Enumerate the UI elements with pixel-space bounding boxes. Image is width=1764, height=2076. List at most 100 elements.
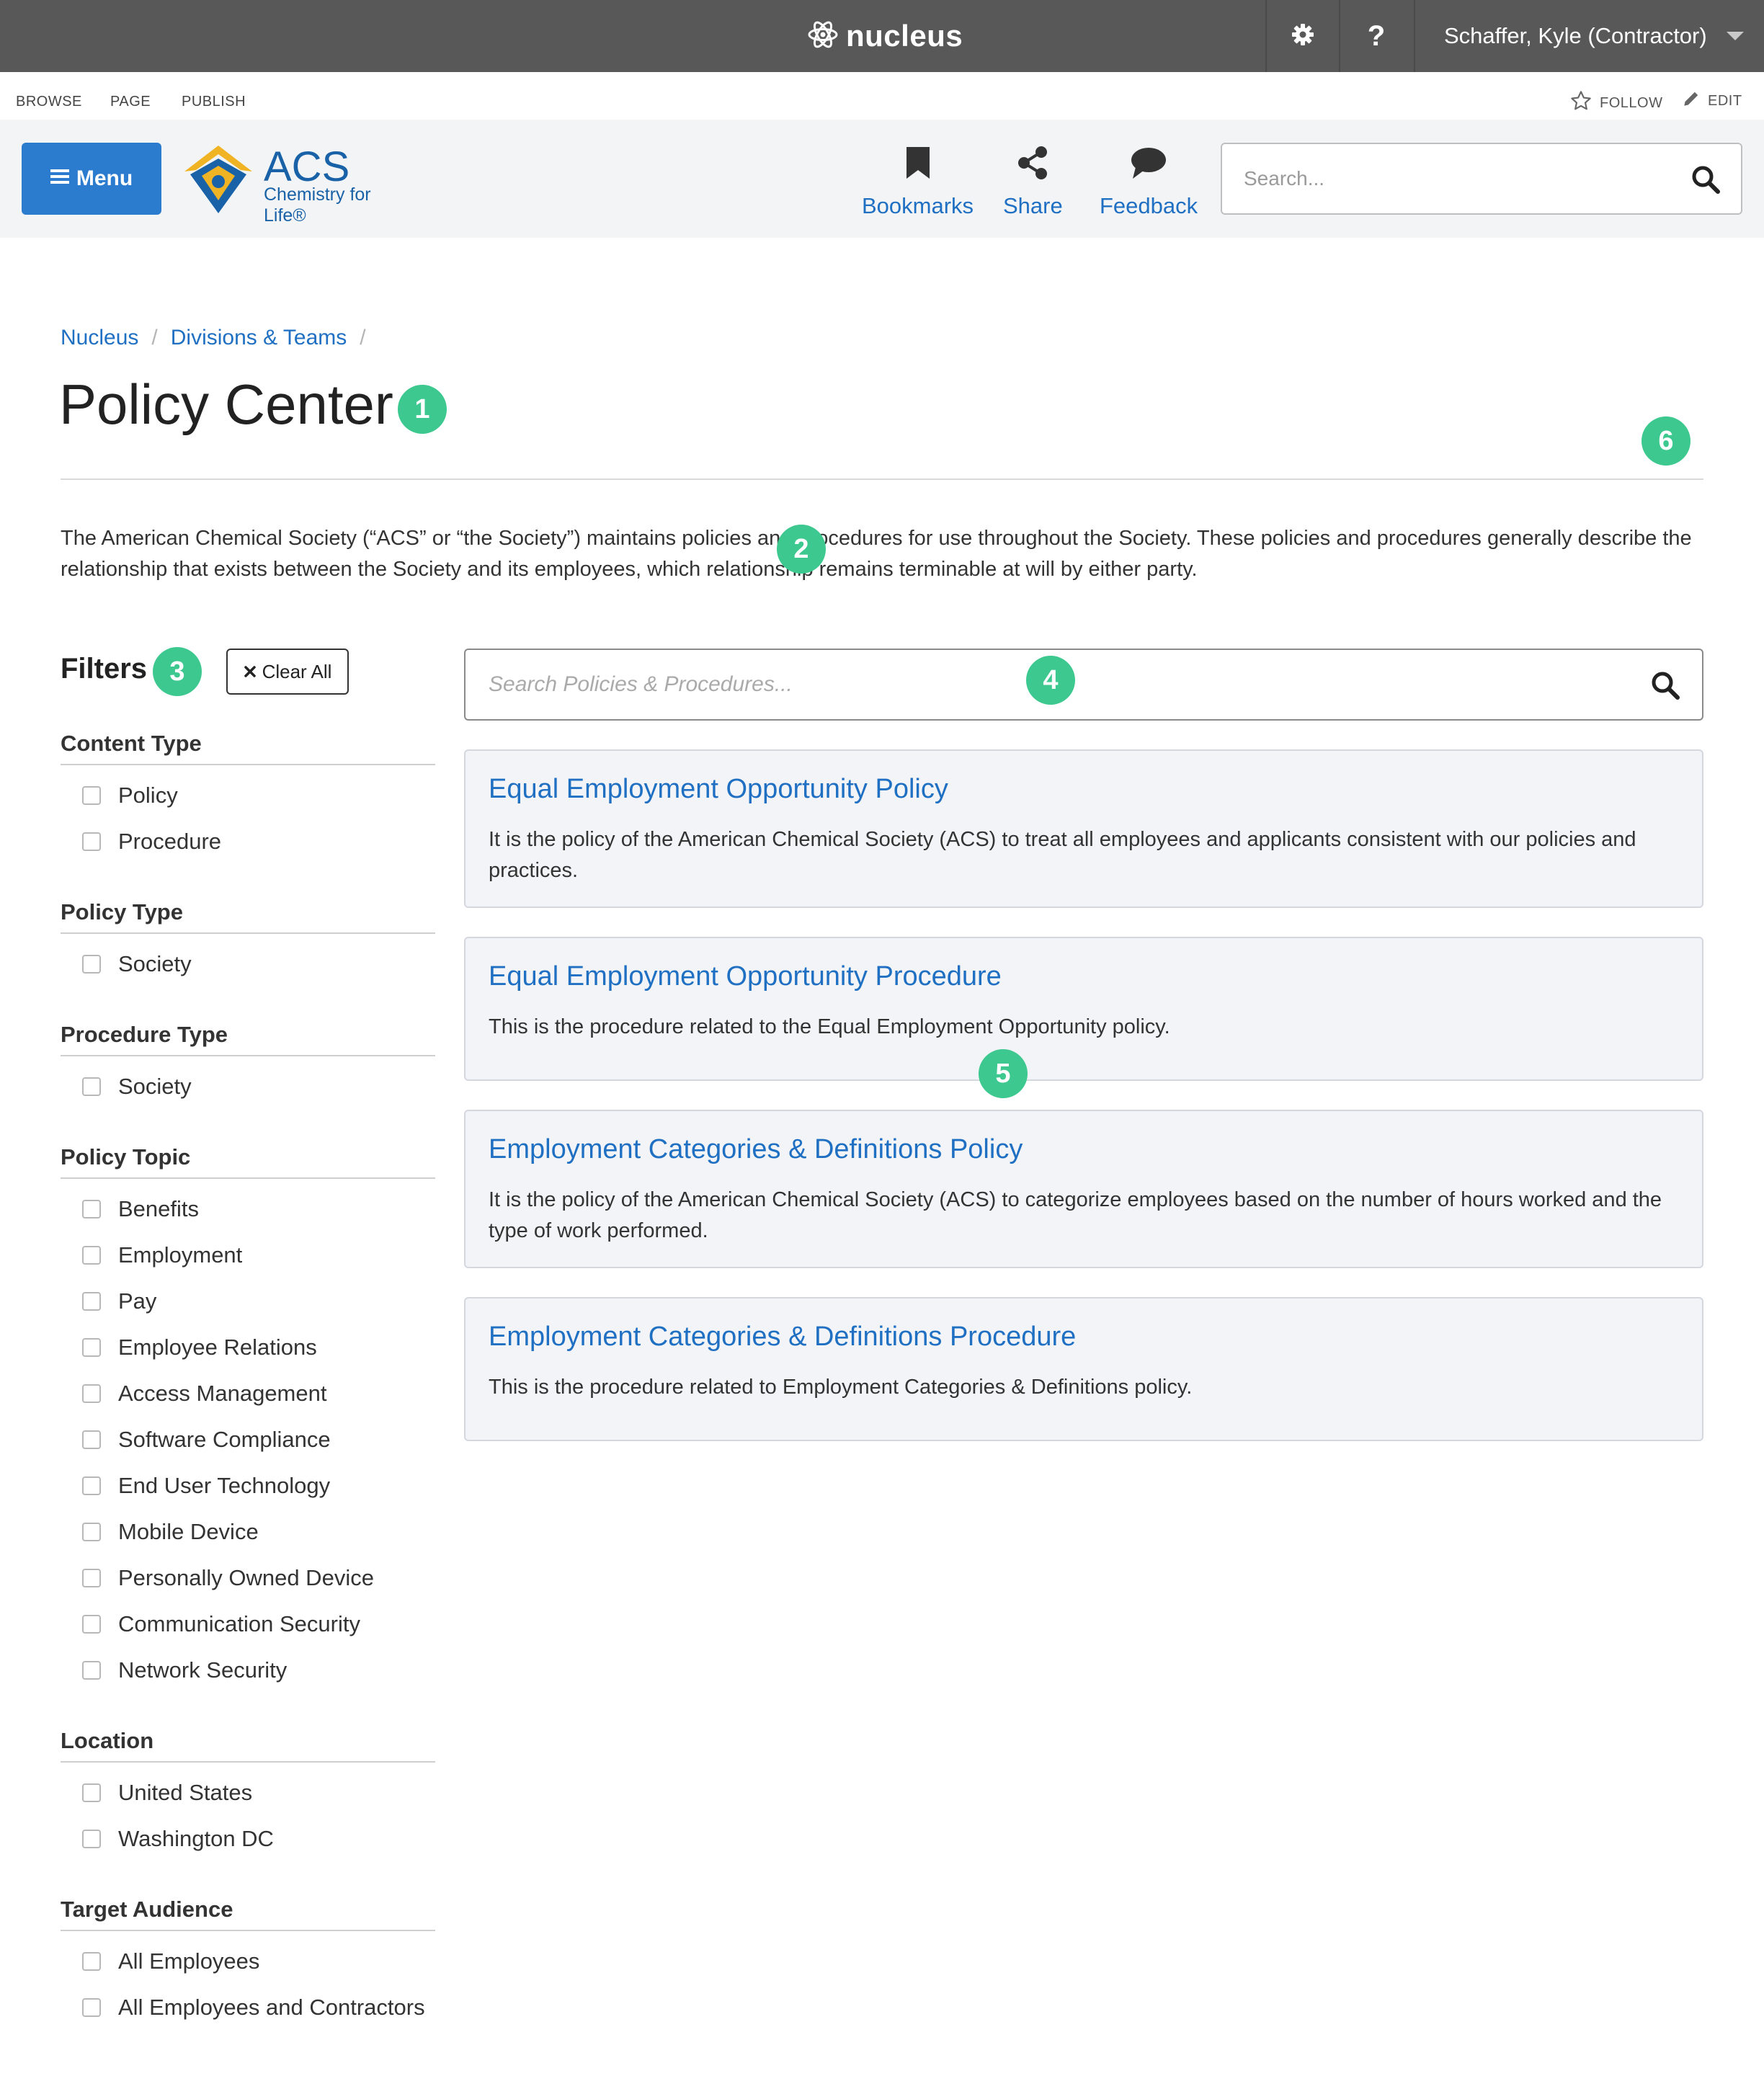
help-button[interactable]: ? <box>1339 0 1412 72</box>
checkbox[interactable] <box>82 1246 101 1265</box>
result-description: It is the policy of the American Chemica… <box>489 1188 1662 1242</box>
result-title-link[interactable]: Equal Employment Opportunity Policy <box>489 774 948 805</box>
checkbox[interactable] <box>82 1569 101 1587</box>
result-title-link[interactable]: Employment Categories & Definitions Proc… <box>489 1322 1076 1353</box>
checkbox[interactable] <box>82 1998 101 2017</box>
edit-label: EDIT <box>1708 92 1742 109</box>
checkbox[interactable] <box>82 1615 101 1634</box>
checkbox[interactable] <box>82 1077 101 1096</box>
checkbox[interactable] <box>82 1338 101 1357</box>
callout-badge-1: 1 <box>398 385 447 434</box>
filter-group-divider <box>61 932 435 934</box>
checkbox[interactable] <box>82 1523 101 1541</box>
breadcrumb-separator: / <box>360 326 366 349</box>
checkbox[interactable] <box>82 955 101 974</box>
search-icon[interactable] <box>1650 670 1680 704</box>
filter-group-divider <box>61 1761 435 1763</box>
feedback-button[interactable]: Feedback <box>1100 146 1198 219</box>
logo-name: ACS <box>264 143 350 190</box>
global-top-bar: nucleus ? Schaffer, Kyle (Contractor) <box>0 0 1764 72</box>
filter-option-united-states[interactable]: United States <box>82 1780 252 1806</box>
filter-option-policy[interactable]: Policy <box>82 783 178 808</box>
filter-option-end-user-technology[interactable]: End User Technology <box>82 1473 330 1499</box>
filter-option-label: Access Management <box>118 1381 327 1406</box>
share-icon <box>1017 146 1048 193</box>
breadcrumb: Nucleus / Divisions & Teams / <box>61 326 366 350</box>
checkbox[interactable] <box>82 1430 101 1449</box>
filter-option-policy-society[interactable]: Society <box>82 951 192 977</box>
menu-label: Menu <box>76 166 133 190</box>
checkbox[interactable] <box>82 1476 101 1495</box>
bookmarks-button[interactable]: Bookmarks <box>862 146 974 219</box>
result-title-link[interactable]: Equal Employment Opportunity Procedure <box>489 961 1002 992</box>
checkbox[interactable] <box>82 1661 101 1680</box>
filter-option-employee-relations[interactable]: Employee Relations <box>82 1335 317 1360</box>
checkbox[interactable] <box>82 1384 101 1403</box>
filter-option-network-security[interactable]: Network Security <box>82 1657 287 1683</box>
filter-option-benefits[interactable]: Benefits <box>82 1196 199 1222</box>
callout-badge-3: 3 <box>153 647 202 696</box>
result-card: Employment Categories & Definitions Proc… <box>464 1297 1703 1441</box>
acs-logo[interactable]: ACS Chemistry for Life® <box>180 141 411 226</box>
filter-group-policy-type: Policy Type <box>61 899 183 925</box>
result-description: This is the procedure related to the Equ… <box>489 1015 1170 1038</box>
clear-all-button[interactable]: Clear All <box>226 649 349 695</box>
filter-option-label: End User Technology <box>118 1473 331 1498</box>
logo-tagline: Chemistry for Life® <box>264 184 371 226</box>
filter-option-washington-dc[interactable]: Washington DC <box>82 1826 274 1852</box>
checkbox[interactable] <box>82 1200 101 1219</box>
filter-option-procedure-society[interactable]: Society <box>82 1074 192 1100</box>
filter-option-procedure[interactable]: Procedure <box>82 829 221 855</box>
edit-button[interactable]: EDIT <box>1682 89 1742 112</box>
callout-badge-2: 2 <box>777 525 826 574</box>
user-name: Schaffer, Kyle (Contractor) <box>1444 23 1707 48</box>
ribbon-browse[interactable]: BROWSE <box>16 94 82 110</box>
result-card: Equal Employment Opportunity Procedure T… <box>464 937 1703 1081</box>
result-card: Equal Employment Opportunity Policy It i… <box>464 749 1703 908</box>
search-icon[interactable] <box>1690 164 1721 198</box>
filter-option-mobile-device[interactable]: Mobile Device <box>82 1519 259 1545</box>
checkbox[interactable] <box>82 1952 101 1971</box>
follow-label: FOLLOW <box>1600 94 1663 111</box>
ribbon-publish[interactable]: PUBLISH <box>182 94 246 110</box>
filter-option-employment[interactable]: Employment <box>82 1242 242 1268</box>
atom-icon <box>807 19 839 54</box>
result-description: It is the policy of the American Chemica… <box>489 828 1636 882</box>
filter-group-content-type: Content Type <box>61 731 202 756</box>
clear-all-label: Clear All <box>262 660 332 682</box>
menu-button[interactable]: Menu <box>22 143 161 215</box>
filter-option-all-employees[interactable]: All Employees <box>82 1948 259 1974</box>
filter-option-label: Benefits <box>118 1196 200 1221</box>
checkbox[interactable] <box>82 1830 101 1848</box>
filter-option-personally-owned-device[interactable]: Personally Owned Device <box>82 1565 374 1591</box>
breadcrumb-divisions-teams[interactable]: Divisions & Teams <box>171 326 347 350</box>
result-title-link[interactable]: Employment Categories & Definitions Poli… <box>489 1134 1023 1165</box>
breadcrumb-nucleus[interactable]: Nucleus <box>61 326 138 350</box>
checkbox[interactable] <box>82 786 101 805</box>
filter-option-label: Washington DC <box>118 1826 274 1851</box>
nucleus-brand[interactable]: nucleus <box>807 17 963 55</box>
ribbon-page[interactable]: PAGE <box>110 94 151 110</box>
callout-badge-4: 4 <box>1026 656 1075 705</box>
checkbox[interactable] <box>82 1292 101 1311</box>
checkbox[interactable] <box>82 1783 101 1802</box>
filter-group-divider <box>61 1055 435 1056</box>
filter-option-access-management[interactable]: Access Management <box>82 1381 326 1407</box>
close-icon <box>244 661 257 683</box>
filter-option-label: Pay <box>118 1288 157 1314</box>
gear-icon <box>1291 22 1315 50</box>
share-button[interactable]: Share <box>1003 146 1063 219</box>
filter-option-communication-security[interactable]: Communication Security <box>82 1611 360 1637</box>
filter-option-software-compliance[interactable]: Software Compliance <box>82 1427 331 1453</box>
filter-group-policy-topic: Policy Topic <box>61 1144 191 1170</box>
filter-group-procedure-type: Procedure Type <box>61 1022 228 1047</box>
filter-option-pay[interactable]: Pay <box>82 1288 156 1314</box>
settings-button[interactable] <box>1265 0 1339 72</box>
filter-option-all-employees-contractors[interactable]: All Employees and Contractors <box>82 1995 425 2021</box>
follow-button[interactable]: FOLLOW <box>1569 89 1662 117</box>
user-menu[interactable]: Schaffer, Kyle (Contractor) <box>1414 0 1764 72</box>
filter-option-label: Mobile Device <box>118 1519 259 1544</box>
checkbox[interactable] <box>82 832 101 851</box>
filter-option-label: Software Compliance <box>118 1427 331 1452</box>
site-search-input[interactable] <box>1242 144 1675 213</box>
